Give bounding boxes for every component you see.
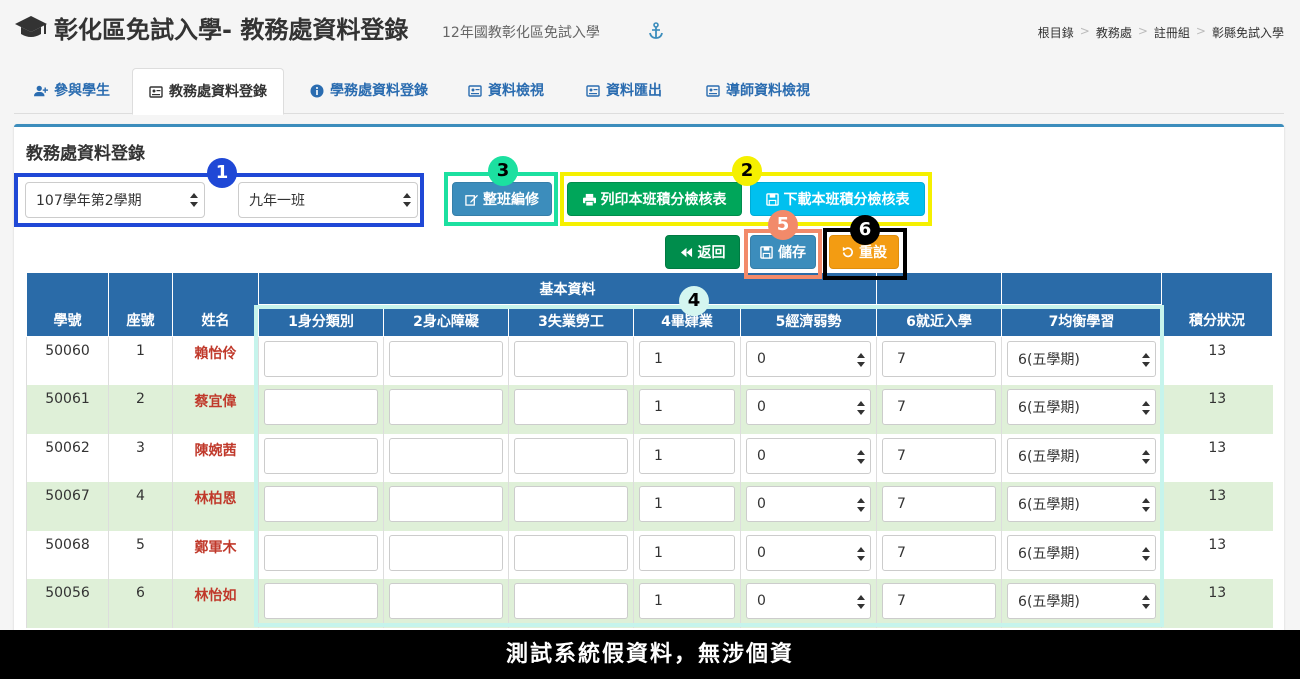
cell-seat: 3 [108, 433, 173, 482]
cell-student-name[interactable]: 陳婉茜 [172, 433, 259, 482]
cell-student-id: 50056 [26, 579, 109, 628]
cell-student-name[interactable]: 林柏恩 [172, 482, 259, 531]
cell-student-id: 50060 [26, 336, 109, 385]
annotation-badge: 2 [732, 156, 762, 186]
tab-label: 資料檢視 [488, 83, 544, 99]
tab-label: 參與學生 [54, 83, 110, 99]
tab-data-export[interactable]: 資料匯出 [570, 68, 678, 114]
breadcrumb-item[interactable]: 教務處 [1096, 24, 1132, 41]
cell-score-status: 13 [1161, 336, 1273, 385]
page-title: 彰化區免試入學- 教務處資料登錄 [54, 16, 409, 44]
cell-seat: 6 [108, 579, 173, 628]
page-header: 彰化區免試入學- 教務處資料登錄 12年國教彰化區免試入學 根目錄 > 教務處 … [0, 0, 1300, 62]
tab-tutor-data-view[interactable]: 導師資料檢視 [690, 68, 826, 114]
test-data-disclaimer: 測試系統假資料，無涉個資 [0, 630, 1300, 679]
id-card-icon [586, 85, 600, 97]
breadcrumb-item[interactable]: 彰縣免試入學 [1212, 24, 1284, 41]
breadcrumb: 根目錄 > 教務處 > 註冊組 > 彰縣免試入學 [1037, 24, 1284, 41]
col-header-score-status: 積分狀況 [1161, 272, 1274, 337]
cell-student-id: 50068 [26, 530, 109, 579]
tab-student-affairs-data-entry[interactable]: 學務處資料登錄 [294, 68, 444, 114]
cell-seat: 4 [108, 482, 173, 531]
cell-score-status: 13 [1161, 530, 1273, 579]
annotation-badge: 6 [850, 215, 880, 245]
cell-score-status: 13 [1161, 579, 1273, 628]
col-header-student-id: 學號 [26, 272, 109, 337]
cell-score-status: 13 [1161, 482, 1273, 531]
annotation-badge: 5 [768, 210, 798, 240]
cell-student-id: 50067 [26, 482, 109, 531]
back-button[interactable]: 返回 [665, 235, 740, 269]
cell-score-status: 13 [1161, 385, 1273, 434]
tab-label: 導師資料檢視 [726, 83, 810, 99]
cell-student-id: 50062 [26, 433, 109, 482]
tab-academic-data-entry[interactable]: 教務處資料登錄 [132, 68, 284, 115]
id-card-icon [706, 85, 720, 97]
cell-student-name[interactable]: 蔡宜偉 [172, 385, 259, 434]
tab-participating-students[interactable]: 參與學生 [18, 68, 126, 114]
tab-label: 學務處資料登錄 [330, 83, 428, 99]
tab-label: 教務處資料登錄 [169, 83, 267, 100]
tab-data-view[interactable]: 資料檢視 [452, 68, 560, 114]
user-plus-icon [34, 85, 48, 97]
info-circle-icon [310, 84, 324, 98]
tab-label: 資料匯出 [606, 83, 662, 99]
col-header-blank [1001, 272, 1163, 305]
cell-seat: 2 [108, 385, 173, 434]
highlight-box-4 [254, 305, 1164, 627]
cell-student-name[interactable]: 林怡如 [172, 579, 259, 628]
col-header-seat: 座號 [108, 272, 173, 337]
breadcrumb-item[interactable]: 註冊組 [1154, 24, 1190, 41]
col-header-name: 姓名 [172, 272, 259, 337]
cell-seat: 1 [108, 336, 173, 385]
page-subtitle: 12年國教彰化區免試入學 [442, 25, 600, 41]
anchor-icon[interactable] [648, 22, 664, 40]
annotation-badge: 3 [488, 156, 518, 186]
annotation-badge: 1 [207, 158, 237, 188]
cell-seat: 5 [108, 530, 173, 579]
panel-title: 教務處資料登錄 [26, 144, 145, 164]
cell-student-name[interactable]: 賴怡伶 [172, 336, 259, 385]
graduation-cap-icon [15, 16, 47, 37]
nav-tabs: 參與學生 教務處資料登錄 學務處資料登錄 資料檢視 資料匯出 導師資料檢視 [14, 68, 1284, 115]
id-card-icon [149, 85, 163, 98]
id-card-icon [468, 85, 482, 97]
cell-student-name[interactable]: 鄭軍木 [172, 530, 259, 579]
cell-score-status: 13 [1161, 433, 1273, 482]
breadcrumb-item[interactable]: 根目錄 [1038, 24, 1074, 41]
backward-icon [680, 247, 692, 257]
cell-student-id: 50061 [26, 385, 109, 434]
annotation-badge: 4 [679, 286, 709, 316]
